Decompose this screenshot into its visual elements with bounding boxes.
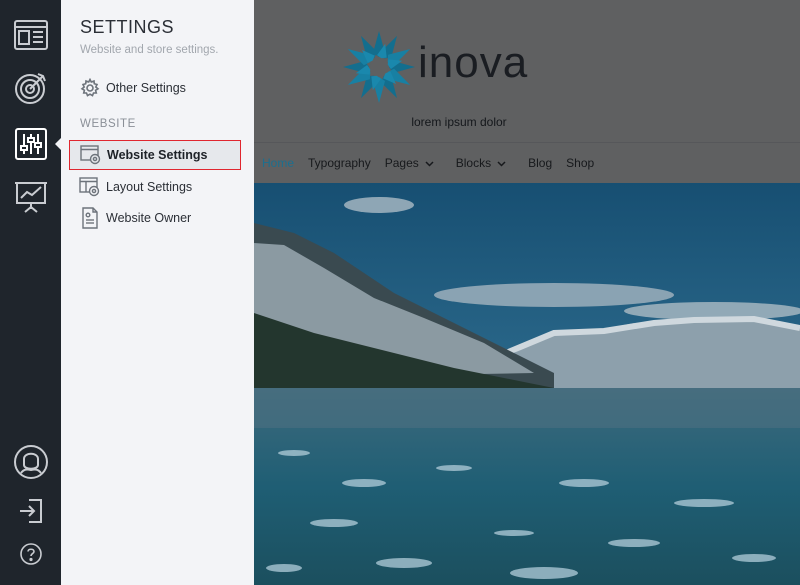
sliders-icon — [14, 127, 48, 161]
site-header: inova lorem ipsum dolor Home Typography … — [254, 0, 800, 183]
website-preview: inova lorem ipsum dolor Home Typography … — [254, 0, 800, 585]
website-settings-icon — [80, 144, 102, 166]
menu-item-label: Layout Settings — [106, 180, 193, 194]
sign-in-icon — [17, 497, 45, 525]
nav-label: Pages — [384, 156, 419, 170]
hero-image — [254, 183, 800, 585]
nav-label: Shop — [566, 156, 595, 170]
nav-label: Typography — [308, 156, 371, 170]
site-nav: Home Typography Pages Blocks Blog Shop — [254, 142, 800, 183]
layout-settings-icon — [79, 176, 101, 198]
rail-marketing-button[interactable] — [0, 58, 61, 118]
menu-item-label: Website Settings — [107, 148, 208, 162]
nav-blog[interactable]: Blog — [528, 156, 552, 170]
nav-label: Blocks — [455, 156, 492, 170]
menu-item-layout-settings[interactable]: Layout Settings — [69, 172, 241, 202]
menu-item-website-settings[interactable]: Website Settings — [69, 140, 241, 170]
icon-rail — [0, 0, 62, 585]
gear-icon — [79, 77, 101, 99]
logo-mark — [341, 29, 417, 110]
menu-item-website-owner[interactable]: Website Owner — [69, 203, 241, 233]
panel-subtitle: Website and store settings. — [80, 44, 219, 56]
menu-item-other-settings[interactable]: Other Settings — [69, 73, 241, 103]
nav-blocks[interactable]: Blocks — [456, 156, 506, 170]
nav-label: Blog — [528, 156, 553, 170]
site-tagline: lorem ipsum dolor — [411, 115, 507, 129]
nav-home[interactable]: Home — [262, 156, 294, 170]
section-heading-website: WEBSITE — [80, 118, 136, 130]
nav-pages[interactable]: Pages — [385, 156, 434, 170]
chevron-down-icon — [497, 156, 506, 170]
layout-icon — [13, 19, 49, 51]
menu-item-label: Website Owner — [106, 211, 192, 225]
presentation-chart-icon — [13, 179, 49, 215]
document-icon — [79, 207, 101, 229]
nav-typography[interactable]: Typography — [308, 156, 371, 170]
settings-panel: SETTINGS Website and store settings. Oth… — [61, 0, 254, 585]
rail-layout-button[interactable] — [0, 5, 61, 65]
help-icon — [19, 542, 43, 566]
target-icon — [13, 70, 49, 106]
panel-title: SETTINGS — [80, 17, 175, 37]
user-avatar-icon — [13, 444, 49, 480]
menu-item-label: Other Settings — [106, 81, 186, 95]
logo-text: inova — [418, 38, 529, 87]
rail-analytics-button[interactable] — [0, 167, 61, 227]
rail-settings-button[interactable] — [0, 114, 61, 174]
chevron-down-icon — [425, 156, 434, 170]
nav-shop[interactable]: Shop — [566, 156, 594, 170]
rail-help-button[interactable] — [0, 524, 61, 584]
nav-label: Home — [262, 156, 295, 170]
